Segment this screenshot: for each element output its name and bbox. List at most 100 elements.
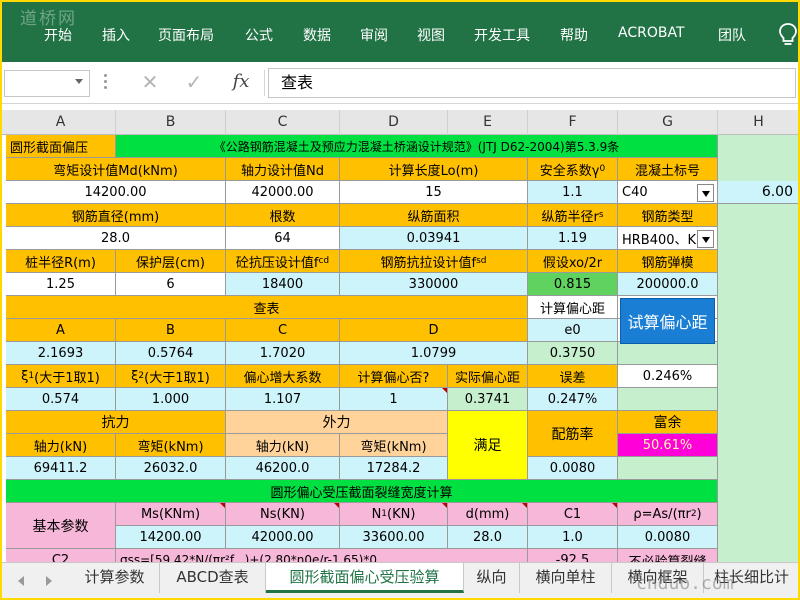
cell-h15[interactable] bbox=[718, 457, 800, 480]
chevron-left-icon[interactable] bbox=[18, 576, 24, 586]
sheet-tab-transverse-single[interactable]: 横向单柱 bbox=[520, 563, 612, 593]
cell-h16[interactable] bbox=[718, 480, 800, 503]
cell-a1[interactable]: 圆形截面偏压 bbox=[6, 135, 116, 158]
cell-ratio-label[interactable]: 配筋率 bbox=[528, 411, 618, 457]
cell-ns-value[interactable]: 42000.00 bbox=[226, 526, 340, 549]
cell-h11[interactable] bbox=[718, 365, 800, 388]
tab-insert[interactable]: 插入 bbox=[102, 25, 130, 45]
tab-page-layout[interactable]: 页面布局 bbox=[158, 25, 214, 45]
cell-n1-label[interactable]: N 1 (KN) bbox=[340, 503, 448, 526]
cell-fcd-label[interactable]: 砼抗压设计值f cd bbox=[226, 250, 340, 273]
cell-xi2-value[interactable]: 1.000 bbox=[116, 388, 226, 411]
cell-ext-axial-value[interactable]: 46200.0 bbox=[226, 457, 340, 480]
cell-external-force-header[interactable]: 外力 bbox=[226, 411, 448, 434]
cell-coef-d-value[interactable]: 1.0799 bbox=[340, 342, 528, 365]
cell-h3[interactable]: 6.00 bbox=[718, 181, 800, 204]
cell-c1-label[interactable]: C1 bbox=[528, 503, 618, 526]
cell-safety-value[interactable]: 1.1 bbox=[528, 181, 618, 204]
tab-review[interactable]: 审阅 bbox=[360, 25, 388, 45]
cell-surplus-value[interactable]: 50.61% bbox=[618, 434, 718, 457]
cell-modulus-value[interactable]: 200000.0 bbox=[618, 273, 718, 296]
cell-pile-radius-value[interactable]: 1.25 bbox=[6, 273, 116, 296]
cell-h8[interactable] bbox=[718, 296, 800, 319]
cell-crack-width-title[interactable]: 圆形偏心受压截面裂缝宽度计算 bbox=[6, 480, 718, 503]
cell-coef-b-label[interactable]: B bbox=[116, 319, 226, 342]
column-header-f[interactable]: F bbox=[528, 110, 618, 135]
cell-safety-label[interactable]: 安全系数γ 0 bbox=[528, 158, 618, 181]
tab-acrobat[interactable]: ACROBAT bbox=[618, 25, 685, 41]
cell-length-label[interactable]: 计算长度Lo(m) bbox=[340, 158, 528, 181]
cell-actual-eccentric-label[interactable]: 实际偏心距 bbox=[448, 365, 528, 388]
sheet-tab-calc-params[interactable]: 计算参数 bbox=[70, 563, 160, 593]
cell-ms-label[interactable]: Ms(KNm) bbox=[116, 503, 226, 526]
cell-calc-eccentric-label[interactable]: 计算偏心距 bbox=[528, 296, 618, 319]
cell-c1-value[interactable]: 1.0 bbox=[528, 526, 618, 549]
cell-axial-label[interactable]: 轴力设计值Nd bbox=[226, 158, 340, 181]
cell-c2-label[interactable]: C2 bbox=[6, 549, 116, 562]
lightbulb-icon[interactable] bbox=[778, 22, 798, 48]
cell-pile-radius-label[interactable]: 桩半径R(m) bbox=[6, 250, 116, 273]
cell-assume-value[interactable]: 0.815 bbox=[528, 273, 618, 296]
cell-resist-axial-value[interactable]: 69411.2 bbox=[6, 457, 116, 480]
chevron-down-icon[interactable] bbox=[75, 79, 83, 84]
cell-satisfied[interactable]: 满足 bbox=[448, 411, 528, 480]
sheet-tab-longitudinal[interactable]: 纵向 bbox=[464, 563, 520, 593]
insert-function-icon[interactable]: fx bbox=[228, 70, 254, 94]
sheet-tab-abcd-lookup[interactable]: ABCD查表 bbox=[160, 563, 266, 593]
cell-coef-a-value[interactable]: 2.1693 bbox=[6, 342, 116, 365]
cell-d-label[interactable]: d(mm) bbox=[448, 503, 528, 526]
column-header-d[interactable]: D bbox=[340, 110, 448, 135]
cell-ext-moment-value[interactable]: 17284.2 bbox=[340, 457, 448, 480]
tab-data[interactable]: 数据 bbox=[303, 25, 331, 45]
cell-h10[interactable] bbox=[718, 342, 800, 365]
name-box[interactable] bbox=[4, 70, 90, 97]
cell-ms-value[interactable]: 14200.00 bbox=[116, 526, 226, 549]
cell-g15[interactable] bbox=[618, 457, 718, 480]
cell-e0-value[interactable]: 0.3750 bbox=[528, 342, 618, 365]
cancel-icon[interactable]: ✕ bbox=[138, 70, 162, 94]
cell-h14[interactable] bbox=[718, 434, 800, 457]
cell-concrete-label[interactable]: 混凝土标号 bbox=[618, 158, 718, 181]
cell-h19[interactable] bbox=[718, 549, 800, 562]
cell-magnify-value[interactable]: 1.107 bbox=[226, 388, 340, 411]
cell-h12[interactable] bbox=[718, 388, 800, 411]
cell-h13[interactable] bbox=[718, 411, 800, 434]
cell-magnify-label[interactable]: 偏心增大系数 bbox=[226, 365, 340, 388]
cell-rebar-count-value[interactable]: 64 bbox=[226, 227, 340, 250]
cell-coef-a-label[interactable]: A bbox=[6, 319, 116, 342]
column-header-c[interactable]: C bbox=[226, 110, 340, 135]
cell-h4[interactable] bbox=[718, 204, 800, 227]
rebar-type-select[interactable]: HRB400、K bbox=[618, 227, 718, 250]
cell-moment-value[interactable]: 14200.00 bbox=[6, 181, 226, 204]
sheet-tab-circular-section[interactable]: 圆形截面偏心受压验算 bbox=[266, 563, 464, 593]
cell-c2-value[interactable]: -92.5 bbox=[528, 549, 618, 562]
tab-developer[interactable]: 开发工具 bbox=[474, 25, 530, 45]
cell-coef-c-value[interactable]: 1.7020 bbox=[226, 342, 340, 365]
cell-g12[interactable] bbox=[618, 388, 718, 411]
cell-resist-moment-value[interactable]: 26032.0 bbox=[116, 457, 226, 480]
cell-cover-label[interactable]: 保护层(cm) bbox=[116, 250, 226, 273]
cell-rebar-diameter-value[interactable]: 28.0 bbox=[6, 227, 226, 250]
cell-rebar-diameter-label[interactable]: 钢筋直径(mm) bbox=[6, 204, 226, 227]
cell-coef-b-value[interactable]: 0.5764 bbox=[116, 342, 226, 365]
chevron-right-icon[interactable] bbox=[46, 576, 52, 586]
formula-input[interactable]: 查表 bbox=[268, 68, 796, 98]
cell-calc-eccentric-q-label[interactable]: 计算偏心否? bbox=[340, 365, 448, 388]
cell-xi1-value[interactable]: 0.574 bbox=[6, 388, 116, 411]
cell-rebar-radius-label[interactable]: 纵筋半径r s bbox=[528, 204, 618, 227]
cell-ext-axial-label[interactable]: 轴力(kN) bbox=[226, 434, 340, 457]
cell-fsd-label[interactable]: 钢筋抗拉设计值f sd bbox=[340, 250, 528, 273]
cell-ns-label[interactable]: Ns(KN) bbox=[226, 503, 340, 526]
cell-cover-value[interactable]: 6 bbox=[116, 273, 226, 296]
cell-ext-moment-label[interactable]: 弯矩(kNm) bbox=[340, 434, 448, 457]
cell-title-spec[interactable]: 《公路钢筋混凝土及预应力混凝土桥涵设计规范》(JTJ D62-2004)第5.3… bbox=[116, 135, 718, 158]
cell-h7[interactable] bbox=[718, 273, 800, 296]
cell-h1[interactable] bbox=[718, 135, 800, 158]
cell-lookup-header[interactable]: 查表 bbox=[6, 296, 528, 319]
cell-xi1-label[interactable]: ξ 1 (大于1取1) bbox=[6, 365, 116, 388]
cell-modulus-label[interactable]: 钢筋弹模 bbox=[618, 250, 718, 273]
worksheet-grid[interactable]: A B C D E F G H 圆形截面偏压 《公路钢筋混凝土及预应力混凝土桥涵… bbox=[0, 104, 800, 562]
cell-error-label[interactable]: 误差 bbox=[528, 365, 618, 388]
cell-calc-eccentric-q-value[interactable]: 1 bbox=[340, 388, 448, 411]
cell-g10[interactable] bbox=[618, 342, 718, 365]
